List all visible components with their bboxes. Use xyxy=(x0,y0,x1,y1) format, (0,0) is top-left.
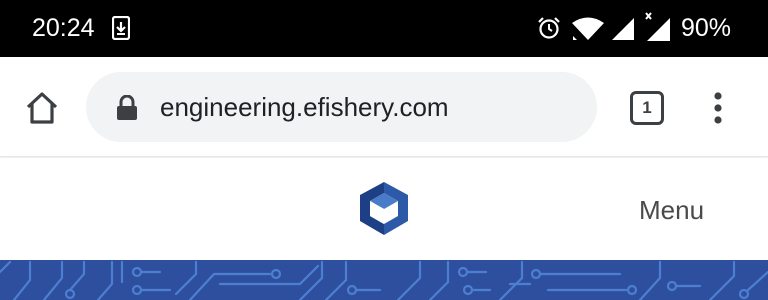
tab-switcher-button[interactable]: 1 xyxy=(630,91,664,125)
menu-link[interactable]: Menu xyxy=(639,195,704,226)
wifi-icon xyxy=(572,17,604,40)
status-time: 20:24 xyxy=(32,14,95,42)
url-text[interactable]: engineering.efishery.com xyxy=(160,92,449,123)
battery-percent: 90% xyxy=(681,14,732,42)
browser-toolbar: engineering.efishery.com 1 xyxy=(0,57,768,157)
download-icon xyxy=(112,16,130,40)
alarm-icon xyxy=(538,17,560,39)
circuit-pattern xyxy=(0,260,768,300)
more-vert-icon[interactable] xyxy=(708,88,728,128)
signal-icon xyxy=(612,18,634,40)
home-icon[interactable] xyxy=(24,90,60,126)
hero-banner xyxy=(0,260,768,300)
url-bar[interactable]: engineering.efishery.com xyxy=(86,72,597,142)
efishery-logo[interactable] xyxy=(358,180,410,238)
status-bar: 20:24 90% xyxy=(0,0,768,57)
lock-icon xyxy=(117,95,137,120)
signal-icon xyxy=(645,12,670,41)
site-header: Menu xyxy=(0,158,768,260)
